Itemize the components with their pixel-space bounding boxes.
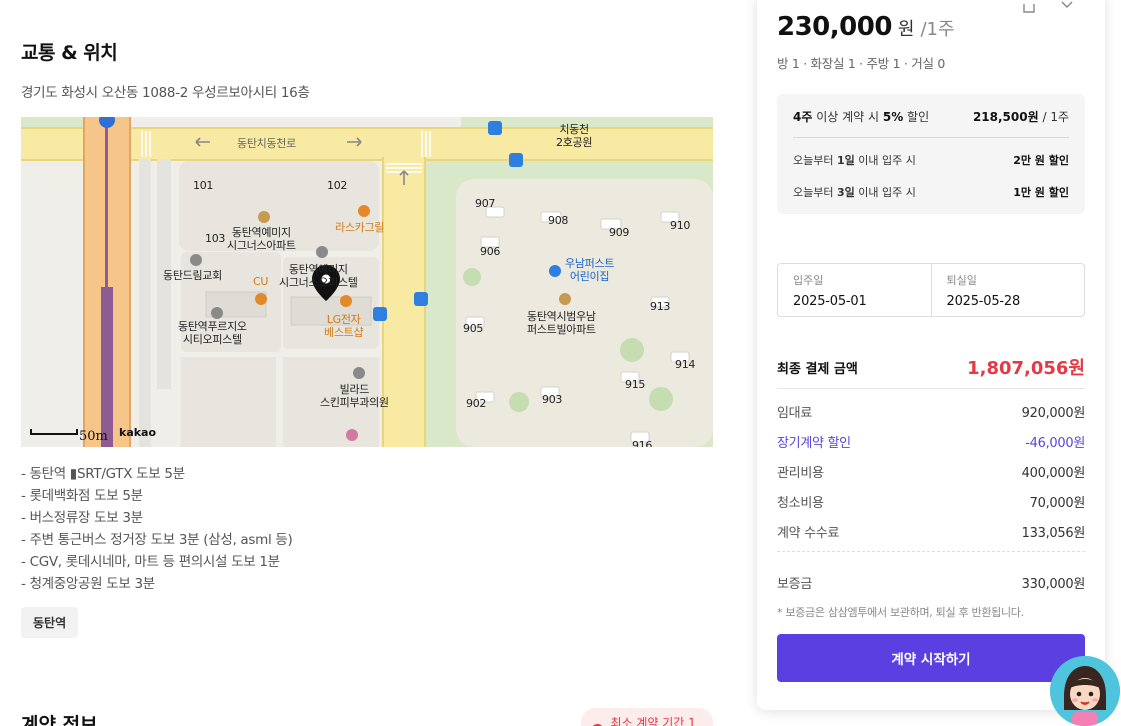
- feature-item: - 버스정류장 도보 3분: [21, 510, 143, 526]
- checkin-label: 입주일: [793, 274, 824, 287]
- deposit-label: 보증금: [777, 577, 812, 592]
- start-contract-button[interactable]: 계약 시작하기: [777, 634, 1085, 682]
- map-label-clinic: 빌라드 스킨피부과의원: [320, 383, 389, 409]
- line-item-fee: 계약 수수료 133,056원: [777, 522, 1085, 541]
- checkout-field[interactable]: 퇴실일 2025-05-28: [930, 264, 1085, 316]
- booking-card: 230,000 원 /1주 방 1 · 화장실 1 · 주방 1 · 거실 0 …: [757, 0, 1105, 710]
- map-label-officetel: 동탄역푸르지오 시티오피스텔: [178, 320, 247, 346]
- line-item-management: 관리비용 400,000원: [777, 462, 1085, 481]
- map-label-903: 903: [542, 393, 563, 406]
- early-move-discount-value: 2만 원 할인: [1013, 154, 1069, 167]
- address: 경기도 화성시 오산동 1088-2 우성르보아시티 16층: [21, 85, 310, 101]
- final-amount-label: 최종 결제 금액: [777, 361, 858, 377]
- line-item-label: 장기계약 할인: [777, 436, 851, 451]
- checkin-value: 2025-05-01: [793, 294, 867, 309]
- map-label-902: 902: [466, 397, 487, 410]
- map-label-101: 101: [193, 179, 214, 192]
- feature-item: - 청계중앙공원 도보 3분: [21, 576, 155, 592]
- price-period: /1주: [920, 19, 955, 40]
- final-amount-value: 1,807,056원: [967, 358, 1085, 379]
- early-move-discount-value: 1만 원 할인: [1013, 186, 1069, 199]
- early-move-discount: 오늘부터 3일 이내 입주 시 1만 원 할인: [793, 184, 1069, 200]
- dashed-divider: [777, 551, 1085, 552]
- map-label-road: 동탄치동천로: [237, 137, 296, 150]
- price-row: 230,000 원 /1주: [777, 12, 955, 42]
- early-move-discount-text: 오늘부터 3일 이내 입주 시: [793, 186, 916, 199]
- min-period-text: 최소 계약 기간 1주: [610, 716, 696, 726]
- map-label-kinder: 우남퍼스트 어린이집: [565, 257, 615, 283]
- price-unit: 원: [897, 19, 915, 40]
- long-term-discount: 4주 이상 계약 시 5% 할인 218,500원 / 1주: [793, 108, 1069, 125]
- long-term-discount-price: 218,500원 / 1주: [972, 110, 1069, 124]
- early-move-discount-text: 오늘부터 1일 이내 입주 시: [793, 154, 916, 167]
- discount-box: 4주 이상 계약 시 5% 할인 218,500원 / 1주 오늘부터 1일 이…: [777, 94, 1085, 214]
- room-info: 방 1 · 화장실 1 · 주방 1 · 거실 0: [777, 56, 945, 71]
- final-divider: [777, 388, 1085, 389]
- map-label-lg: LG전자 베스트샵: [324, 313, 364, 339]
- feature-item: - 동탄역 ▮SRT/GTX 도보 5분: [21, 466, 185, 482]
- map-label-church: 동탄드림교회: [163, 269, 222, 282]
- map-label-102: 102: [327, 179, 348, 192]
- map-label-apt3: 동탄역시범우남 퍼스트빌아파트: [527, 310, 596, 336]
- checkin-field[interactable]: 입주일 2025-05-01: [778, 264, 931, 316]
- map-label-apt2: 동탄역예미지 시그너스오피스텔: [279, 263, 358, 289]
- map-label-914: 914: [675, 358, 696, 371]
- map-label-103: 103: [205, 232, 226, 245]
- map-brand-logo: kakao: [119, 426, 157, 439]
- map-label-restaurant: 라스카그릴: [335, 221, 385, 234]
- station-tag[interactable]: 동탄역: [21, 607, 79, 638]
- line-item-value: 70,000원: [1029, 496, 1086, 511]
- line-item-value: 400,000원: [1021, 466, 1086, 481]
- map[interactable]: 동탄치동천로 치동천 2호공원 101 102 103 동탄역예미지 시그너스아…: [21, 117, 713, 447]
- map-label-907: 907: [475, 197, 496, 210]
- line-item-value: 133,056원: [1021, 526, 1086, 541]
- feature-item: - 주변 통근버스 정거장 도보 3분 (삼성, asml 등): [21, 532, 293, 548]
- map-label-906: 906: [480, 245, 501, 258]
- map-label-910: 910: [670, 219, 691, 232]
- map-label-909: 909: [609, 226, 630, 239]
- map-label-915: 915: [625, 378, 646, 391]
- price: 230,000: [777, 12, 892, 42]
- discount-divider: [793, 137, 1069, 138]
- line-item-value: 920,000원: [1021, 406, 1086, 421]
- map-label-park: 치동천 2호공원: [556, 123, 593, 149]
- avatar: [1050, 656, 1120, 726]
- map-scale-label: 50m: [79, 429, 108, 444]
- final-amount-row: 최종 결제 금액 1,807,056원: [777, 354, 1085, 380]
- location-title: 교통 & 위치: [21, 42, 118, 64]
- line-item-cleaning: 청소비용 70,000원: [777, 492, 1085, 511]
- checkout-value: 2025-05-28: [946, 294, 1021, 309]
- share-icon[interactable]: [1021, 0, 1037, 14]
- deposit-value: 330,000원: [1021, 577, 1086, 592]
- early-move-discount: 오늘부터 1일 이내 입주 시 2만 원 할인: [793, 152, 1069, 168]
- line-item-label: 관리비용: [777, 466, 824, 481]
- feature-item: - 롯데백화점 도보 5분: [21, 488, 143, 504]
- contract-title: 계약 정보: [21, 714, 98, 726]
- deposit-note: * 보증금은 삼삼엠투에서 보관하며, 퇴실 후 반환됩니다.: [777, 606, 1024, 619]
- heart-icon[interactable]: [1059, 0, 1075, 14]
- min-period-badge: ! 최소 계약 기간 1주: [581, 708, 713, 726]
- feature-item: - CGV, 롯데시네마, 마트 등 편의시설 도보 1분: [21, 554, 280, 570]
- line-item-deposit: 보증금 330,000원: [777, 573, 1085, 592]
- map-label-913: 913: [650, 300, 671, 313]
- checkout-label: 퇴실일: [946, 274, 977, 287]
- line-item-label: 임대료: [777, 406, 812, 421]
- map-label-916: 916: [632, 439, 653, 447]
- map-label-908: 908: [548, 214, 569, 227]
- card-actions: [1021, 0, 1075, 14]
- date-picker: 입주일 2025-05-01 퇴실일 2025-05-28: [777, 263, 1085, 317]
- long-term-discount-text: 4주 이상 계약 시 5% 할인: [793, 110, 930, 124]
- chat-avatar-icon[interactable]: [1050, 656, 1120, 726]
- map-label-905: 905: [463, 322, 484, 335]
- line-item-label: 계약 수수료: [777, 526, 840, 541]
- map-label-apt1: 동탄역예미지 시그너스아파트: [227, 226, 296, 252]
- line-item-value: -46,000원: [1025, 436, 1085, 451]
- line-item-rent: 임대료 920,000원: [777, 402, 1085, 421]
- line-item-label: 청소비용: [777, 496, 824, 511]
- line-item-long-term-discount: 장기계약 할인 -46,000원: [777, 432, 1085, 451]
- map-label-cu: CU: [253, 275, 269, 288]
- feature-list: - 동탄역 ▮SRT/GTX 도보 5분 - 롯데백화점 도보 5분 - 버스정…: [21, 463, 293, 595]
